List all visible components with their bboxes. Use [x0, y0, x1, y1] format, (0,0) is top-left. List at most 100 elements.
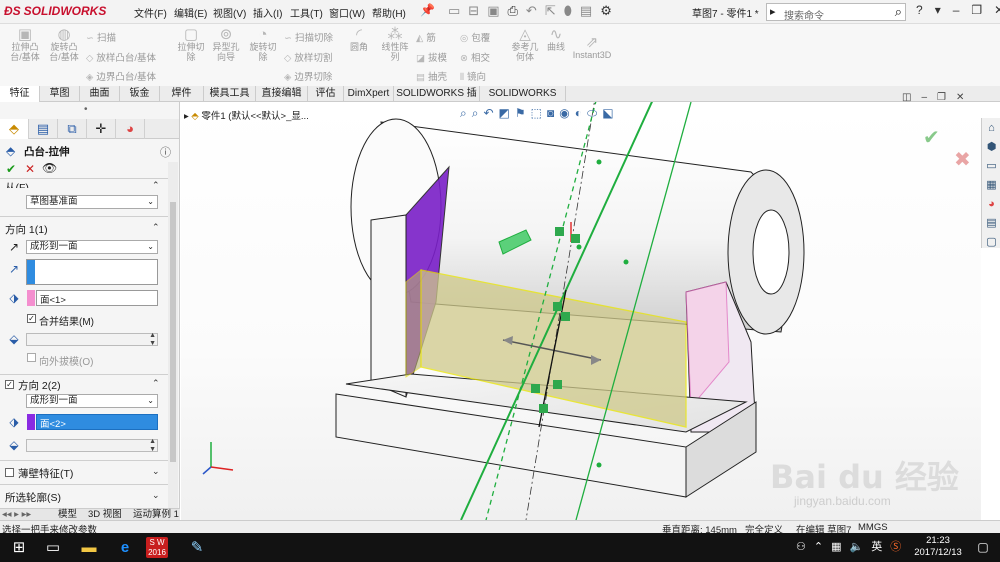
- save-icon[interactable]: ▣: [487, 3, 499, 21]
- from-start-select[interactable]: 草图基准面 ⌄: [26, 195, 158, 209]
- configuration-manager-tab-icon[interactable]: ⧉: [58, 119, 87, 139]
- linear-pattern-button[interactable]: ⁂ 线性阵 列: [376, 27, 414, 62]
- search-icon[interactable]: ⌕: [895, 4, 902, 20]
- appearances-icon[interactable]: ◕: [983, 196, 1000, 213]
- direction1-section-header[interactable]: 方向 1(1): [5, 222, 48, 237]
- direction2-section-header[interactable]: 方向 2(2): [18, 378, 61, 393]
- restore-icon[interactable]: ❐: [971, 3, 982, 17]
- confirm-ok-icon[interactable]: ✔: [923, 125, 940, 149]
- display-style-icon[interactable]: ◙: [547, 106, 554, 121]
- options-gear-icon[interactable]: ⚙: [600, 3, 612, 21]
- file-properties-icon[interactable]: ▤: [580, 3, 592, 21]
- view-palette-icon[interactable]: ▦: [983, 177, 1000, 194]
- task-view-icon[interactable]: ▭: [36, 533, 70, 562]
- tab-model[interactable]: 模型: [58, 509, 77, 520]
- search-commands-box[interactable]: ▸ 搜索命令 ⌕: [766, 3, 906, 22]
- start-windows-icon[interactable]: ⊞: [2, 533, 36, 562]
- tab-sheet-metal[interactable]: 钣金: [120, 86, 160, 102]
- menu-edit[interactable]: 编辑(E): [174, 5, 207, 20]
- draft-angle-spinner[interactable]: ▲ ▼: [26, 332, 158, 348]
- pm-scrollbar[interactable]: [168, 162, 178, 508]
- face1-selection-box[interactable]: 面<1>: [36, 290, 158, 306]
- left-support[interactable]: [370, 214, 407, 398]
- curves-button[interactable]: ∿ 曲线: [541, 27, 571, 52]
- boundary-boss-button[interactable]: ◈ 边界凸台/基体: [86, 69, 156, 83]
- menu-window[interactable]: 窗口(W): [329, 5, 365, 20]
- display-manager-tab-icon[interactable]: ◕: [116, 119, 145, 139]
- viewport-maximize-icon[interactable]: ❐: [937, 92, 946, 103]
- search-scope-icon[interactable]: ▸: [770, 5, 776, 18]
- help-icon[interactable]: ⓘ: [160, 144, 171, 160]
- tab-solidworks-addins[interactable]: SOLIDWORKS 插件: [394, 86, 480, 114]
- direction2-checkbox[interactable]: ✓: [5, 380, 14, 389]
- sketch-point[interactable]: [596, 462, 602, 468]
- undo-icon[interactable]: ↶: [526, 3, 537, 21]
- relation-marker[interactable]: [553, 380, 562, 389]
- viewport-restore-icon[interactable]: ◫: [902, 92, 911, 103]
- thin-feature-header[interactable]: 薄壁特征(T): [18, 466, 73, 481]
- draft-outward-checkbox[interactable]: [27, 353, 36, 362]
- relation-marker[interactable]: [561, 312, 570, 321]
- wrap-button[interactable]: ◎ 包覆: [460, 30, 490, 44]
- solidworks-resources-icon[interactable]: ⌂: [983, 120, 1000, 137]
- paint-app-icon[interactable]: ✎: [180, 533, 214, 562]
- tab-solidworks-mbd[interactable]: SOLIDWORKS MBD: [480, 86, 566, 114]
- relation-marker[interactable]: [571, 234, 580, 243]
- zoom-to-fit-icon[interactable]: ⌕: [460, 106, 467, 121]
- cancel-x-icon[interactable]: ✕: [25, 162, 35, 176]
- viewport-minimize-icon[interactable]: –: [921, 92, 927, 103]
- tab-motion-study[interactable]: 运动算例 1: [133, 509, 179, 520]
- help-dropdown-icon[interactable]: ▾: [935, 3, 941, 17]
- feature-tree-root[interactable]: ▸ ⬘ 零件1 (默认<<默认>_显...: [184, 108, 309, 122]
- close-icon[interactable]: ✕: [994, 3, 1000, 17]
- new-document-icon[interactable]: ▭: [448, 3, 460, 21]
- reverse-direction-icon[interactable]: ↗: [6, 240, 22, 254]
- menu-help[interactable]: 帮助(H): [372, 5, 406, 20]
- tab-3d-view[interactable]: 3D 视图: [88, 509, 122, 520]
- from-section-header[interactable]: 从(F): [5, 180, 29, 188]
- tab-direct-editing[interactable]: 直接编辑: [256, 86, 308, 102]
- scrollbar-thumb[interactable]: [170, 202, 176, 462]
- relation-marker[interactable]: [553, 302, 562, 311]
- tab-dimxpert[interactable]: DimXpert: [344, 86, 394, 102]
- reference-geometry-button[interactable]: ◬ 参考几 何体: [506, 27, 544, 62]
- relation-marker[interactable]: [539, 404, 548, 413]
- selected-contours-header[interactable]: 所选轮廓(S): [5, 490, 61, 505]
- open-icon[interactable]: ⊟: [468, 3, 479, 21]
- sketch-point[interactable]: [596, 159, 602, 165]
- collapse-dir2-icon[interactable]: ⌃: [152, 378, 160, 389]
- extruded-cut-button[interactable]: ▢ 拉伸切 除: [172, 27, 210, 62]
- spin-arrows-icon[interactable]: ▲ ▼: [149, 332, 156, 348]
- dir2-draft-spinner[interactable]: ▲ ▼: [26, 438, 158, 454]
- file-explorer-icon[interactable]: ▭: [983, 158, 1000, 175]
- instant3d-button[interactable]: ⇗ Instant3D: [572, 35, 612, 60]
- menu-file[interactable]: 文件(F): [134, 5, 167, 20]
- menu-tools[interactable]: 工具(T): [290, 5, 323, 20]
- hole-wizard-button[interactable]: ⊚ 异型孔 向导: [207, 27, 245, 62]
- dir2-end-condition-select[interactable]: 成形到一面 ⌄: [26, 394, 158, 408]
- revolved-cut-button[interactable]: ◔ 旋转切 除: [244, 27, 282, 62]
- spin-arrows-icon[interactable]: ▲ ▼: [149, 438, 156, 454]
- loft-boss-button[interactable]: ◇ 放样凸台/基体: [86, 50, 156, 64]
- rib-button[interactable]: ◭ 筋: [416, 30, 436, 44]
- feature-manager-tab-icon[interactable]: ⬘: [0, 119, 29, 139]
- collapse-dir1-icon[interactable]: ⌃: [152, 222, 160, 233]
- pane-splitter-dot-icon[interactable]: •: [84, 104, 88, 115]
- merge-result-checkbox[interactable]: ✓: [27, 314, 36, 323]
- extruded-boss-button[interactable]: ▣ 拉伸凸 台/基体: [6, 27, 44, 62]
- tab-surfaces[interactable]: 曲面: [80, 86, 120, 102]
- apply-scene-icon[interactable]: ⬭: [587, 106, 597, 121]
- ime-indicator[interactable]: 英: [871, 533, 882, 562]
- dynamic-annotation-icon[interactable]: ⚑: [515, 106, 526, 121]
- section-view-icon[interactable]: ◩: [499, 106, 510, 121]
- zoom-to-area-icon[interactable]: ⌕: [472, 106, 479, 121]
- sweep-button[interactable]: ∽ 扫描: [86, 30, 116, 44]
- shell-button[interactable]: ▤ 抽壳: [416, 69, 447, 83]
- edge-browser-icon[interactable]: e: [108, 533, 142, 562]
- edit-appearance-icon[interactable]: ◐: [575, 106, 582, 121]
- draft-toggle-icon[interactable]: ⬙: [6, 438, 22, 452]
- collapse-from-icon[interactable]: ⌃: [152, 180, 160, 191]
- dimxpert-manager-tab-icon[interactable]: ✛: [87, 119, 116, 139]
- minimize-icon[interactable]: –: [953, 3, 960, 17]
- thin-feature-checkbox[interactable]: [5, 468, 14, 477]
